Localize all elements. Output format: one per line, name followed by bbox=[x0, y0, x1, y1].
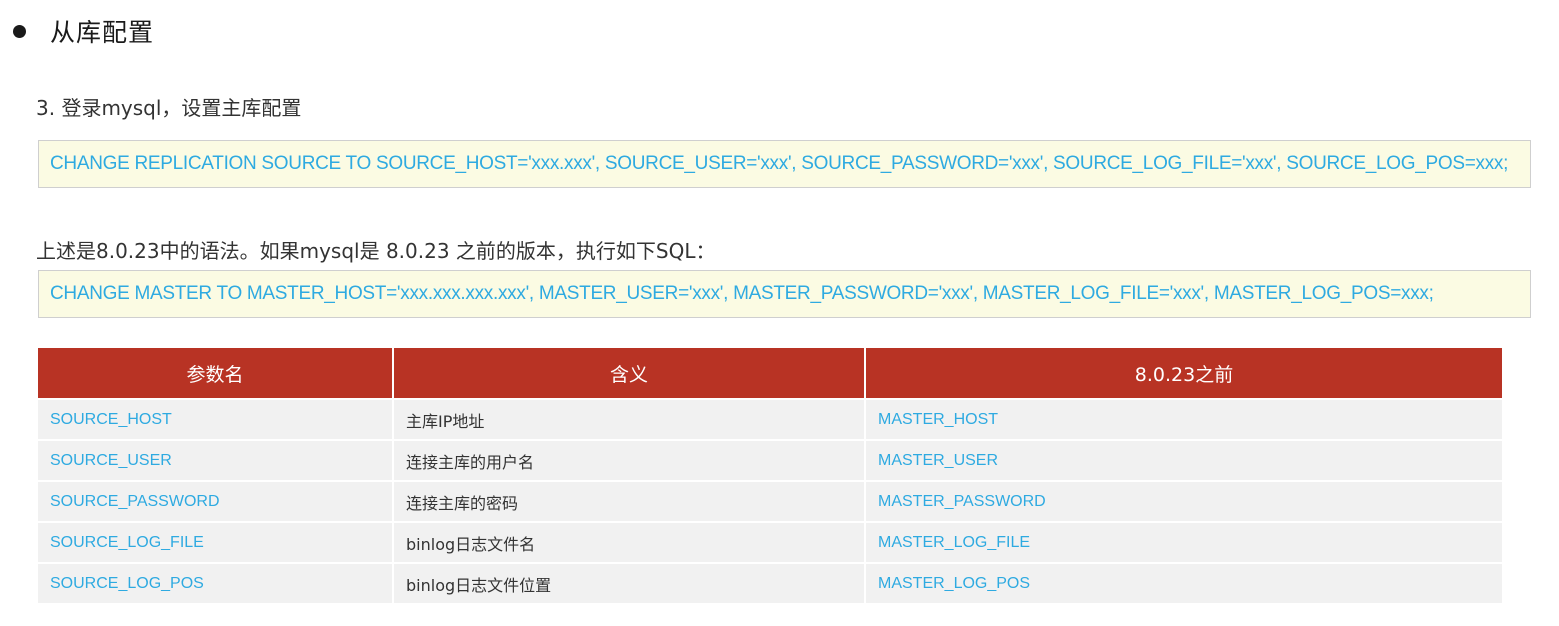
parameter-table: 参数名 含义 8.0.23之前 SOURCE_HOST 主库IP地址 MASTE… bbox=[38, 348, 1502, 603]
old-param-cell: MASTER_LOG_FILE bbox=[865, 521, 1502, 563]
param-cell: SOURCE_USER bbox=[38, 439, 394, 481]
param-cell: SOURCE_PASSWORD bbox=[38, 480, 394, 522]
version-note: 上述是8.0.23中的语法。如果mysql是 8.0.23 之前的版本，执行如下… bbox=[36, 239, 716, 263]
table-row: SOURCE_LOG_POS binlog日志文件位置 MASTER_LOG_P… bbox=[38, 562, 1502, 603]
old-param-cell: MASTER_HOST bbox=[865, 398, 1502, 440]
param-cell: SOURCE_LOG_FILE bbox=[38, 521, 394, 563]
section-heading: 从库配置 bbox=[10, 14, 154, 48]
header-param-name: 参数名 bbox=[38, 348, 394, 399]
step-instruction: 3. 登录mysql，设置主库配置 bbox=[36, 96, 302, 120]
section-title: 从库配置 bbox=[50, 18, 155, 47]
meaning-cell: binlog日志文件位置 bbox=[393, 562, 866, 603]
meaning-cell: 连接主库的用户名 bbox=[393, 439, 866, 481]
param-cell: SOURCE_HOST bbox=[38, 398, 394, 440]
old-param-cell: MASTER_PASSWORD bbox=[865, 480, 1502, 522]
code-block-new-syntax: CHANGE REPLICATION SOURCE TO SOURCE_HOST… bbox=[38, 140, 1531, 188]
old-param-cell: MASTER_LOG_POS bbox=[865, 562, 1502, 603]
old-param-cell: MASTER_USER bbox=[865, 439, 1502, 481]
bullet-icon bbox=[13, 24, 26, 38]
code-new-syntax-text: CHANGE REPLICATION SOURCE TO SOURCE_HOST… bbox=[50, 153, 1509, 174]
table-row: SOURCE_HOST 主库IP地址 MASTER_HOST bbox=[38, 398, 1502, 440]
param-cell: SOURCE_LOG_POS bbox=[38, 562, 394, 603]
code-block-old-syntax: CHANGE MASTER TO MASTER_HOST='xxx.xxx.xx… bbox=[38, 270, 1531, 318]
meaning-cell: binlog日志文件名 bbox=[393, 521, 866, 563]
table-row: SOURCE_PASSWORD 连接主库的密码 MASTER_PASSWORD bbox=[38, 480, 1502, 522]
table-row: SOURCE_USER 连接主库的用户名 MASTER_USER bbox=[38, 439, 1502, 481]
meaning-cell: 连接主库的密码 bbox=[393, 480, 866, 522]
header-meaning: 含义 bbox=[393, 348, 866, 399]
table-row: SOURCE_LOG_FILE binlog日志文件名 MASTER_LOG_F… bbox=[38, 521, 1502, 563]
header-before-8-0-23: 8.0.23之前 bbox=[865, 348, 1502, 399]
table-header-row: 参数名 含义 8.0.23之前 bbox=[38, 348, 1502, 399]
code-old-syntax-text: CHANGE MASTER TO MASTER_HOST='xxx.xxx.xx… bbox=[50, 283, 1434, 304]
meaning-cell: 主库IP地址 bbox=[393, 398, 866, 440]
